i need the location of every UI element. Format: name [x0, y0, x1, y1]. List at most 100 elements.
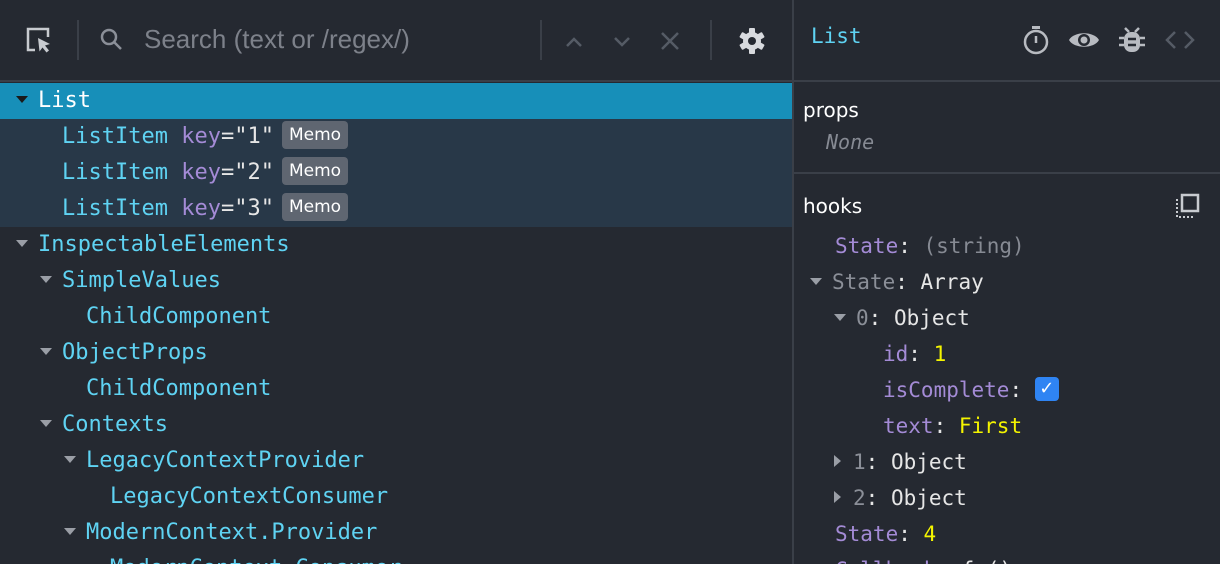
tree-row[interactable]: ListItem key="1" Memo: [0, 119, 792, 155]
tree-row[interactable]: LegacyContextConsumer: [0, 479, 792, 515]
stopwatch-icon[interactable]: [1020, 24, 1052, 56]
collapse-arrow-icon[interactable]: [834, 455, 841, 467]
tree-row[interactable]: ModernContext.Provider: [0, 515, 792, 551]
tree-row[interactable]: SimpleValues: [0, 263, 792, 299]
expand-arrow-icon[interactable]: [40, 275, 52, 283]
hook-row: isComplete: ✓: [883, 372, 1059, 408]
component-name: ObjectProps: [62, 340, 208, 365]
component-name: InspectableElements: [38, 232, 290, 257]
inspector-panel: List props None hooks State: (string) Sta…: [794, 0, 1220, 564]
search-input[interactable]: [144, 24, 524, 55]
hook-key: 2: [853, 486, 866, 510]
hook-value: First: [958, 414, 1023, 438]
memo-badge: Memo: [281, 157, 349, 185]
hook-value: Array: [920, 270, 984, 294]
expand-arrow-icon[interactable]: [810, 277, 822, 285]
component-name: Contexts: [62, 412, 168, 437]
key-attr-name: key: [181, 160, 221, 185]
copy-icon[interactable]: [1174, 192, 1202, 220]
expand-arrow-icon[interactable]: [16, 239, 28, 247]
expand-arrow-icon[interactable]: [64, 527, 76, 535]
tree-row[interactable]: Contexts: [0, 407, 792, 443]
tree-row[interactable]: ObjectProps: [0, 335, 792, 371]
component-name: LegacyContextConsumer: [110, 484, 389, 509]
hook-key: id: [883, 342, 909, 366]
hook-value: Object: [890, 450, 967, 474]
component-name: ListItem: [62, 124, 168, 149]
collapse-arrow-icon[interactable]: [834, 491, 841, 503]
tree-row[interactable]: ChildComponent: [0, 299, 792, 335]
hook-row[interactable]: 1: Object: [834, 444, 967, 480]
hooks-title: hooks: [803, 194, 863, 218]
expand-arrow-icon[interactable]: [40, 347, 52, 355]
checkbox[interactable]: ✓: [1034, 377, 1059, 401]
hook-key: text: [883, 414, 934, 438]
toolbar-divider: [77, 20, 79, 60]
search-icon: [98, 26, 126, 54]
hook-key: isComplete: [883, 378, 1010, 402]
hook-key: State: [832, 270, 896, 294]
colon: :: [933, 414, 959, 438]
hook-row[interactable]: State: Array: [810, 264, 984, 300]
eye-icon[interactable]: [1068, 26, 1100, 54]
colon: :: [898, 522, 924, 546]
colon: :: [865, 450, 891, 474]
hook-row[interactable]: 2: Object: [834, 480, 967, 516]
hook-key: State: [835, 234, 899, 258]
chevron-up-icon[interactable]: [562, 30, 586, 54]
component-name: LegacyContextProvider: [86, 448, 365, 473]
tree-row[interactable]: ListItem key="2" Memo: [0, 155, 792, 191]
toolbar-divider: [710, 20, 712, 60]
inspect-element-icon[interactable]: [22, 24, 56, 58]
tree-row[interactable]: ListItem key="3" Memo: [0, 191, 792, 227]
tree-row[interactable]: ModernContext.Consumer: [0, 551, 792, 564]
expand-arrow-icon[interactable]: [40, 419, 52, 427]
props-empty: None: [826, 130, 875, 154]
hook-key: 0: [856, 306, 869, 330]
colon: :: [1009, 378, 1035, 402]
hook-value: f (): [961, 558, 1012, 564]
colon: :: [936, 558, 961, 564]
code-icon[interactable]: [1164, 28, 1196, 52]
colon: :: [895, 270, 921, 294]
colon: :: [865, 486, 891, 510]
hook-row[interactable]: 0: Object: [834, 300, 970, 336]
chevron-down-icon[interactable]: [610, 30, 634, 54]
hook-row: State: 4: [835, 516, 936, 552]
colon: :: [898, 234, 924, 258]
memo-badge: Memo: [281, 193, 349, 221]
hook-key: State: [835, 522, 899, 546]
close-icon[interactable]: [657, 28, 683, 54]
gear-icon[interactable]: [736, 25, 768, 57]
hook-row: text: First: [883, 408, 1022, 444]
component-name: ListItem: [62, 196, 168, 221]
hook-value: Object: [893, 306, 970, 330]
component-name: ChildComponent: [86, 304, 272, 329]
hook-row: State: (string): [835, 228, 1025, 264]
props-title: props: [803, 98, 859, 122]
component-name: List: [38, 88, 91, 113]
component-name: ListItem: [62, 160, 168, 185]
selected-component-name: List: [811, 24, 862, 48]
hook-row: id: 1: [883, 336, 946, 372]
expand-arrow-icon[interactable]: [64, 455, 76, 463]
hook-key: Callback: [835, 558, 936, 564]
expand-arrow-icon[interactable]: [834, 313, 846, 321]
expand-arrow-icon[interactable]: [16, 95, 28, 103]
tree-row[interactable]: LegacyContextProvider: [0, 443, 792, 479]
key-attr-name: key: [181, 124, 221, 149]
tree-row[interactable]: ChildComponent: [0, 371, 792, 407]
tree-row[interactable]: InspectableElements: [0, 227, 792, 263]
components-tree-panel: List ListItem key="1"MemoListItem key="2"…: [0, 0, 792, 564]
component-name: ModernContext.Consumer: [110, 556, 401, 564]
hook-value: 1: [933, 342, 947, 366]
colon: :: [908, 342, 934, 366]
bug-icon[interactable]: [1118, 24, 1146, 56]
component-name: ModernContext.Provider: [86, 520, 378, 545]
memo-badge: Memo: [281, 121, 349, 149]
tree-toolbar: [0, 0, 792, 82]
component-name: ChildComponent: [86, 376, 272, 401]
props-section: props None: [794, 84, 1220, 174]
tree-row[interactable]: List: [0, 83, 792, 119]
hook-key: 1: [853, 450, 866, 474]
